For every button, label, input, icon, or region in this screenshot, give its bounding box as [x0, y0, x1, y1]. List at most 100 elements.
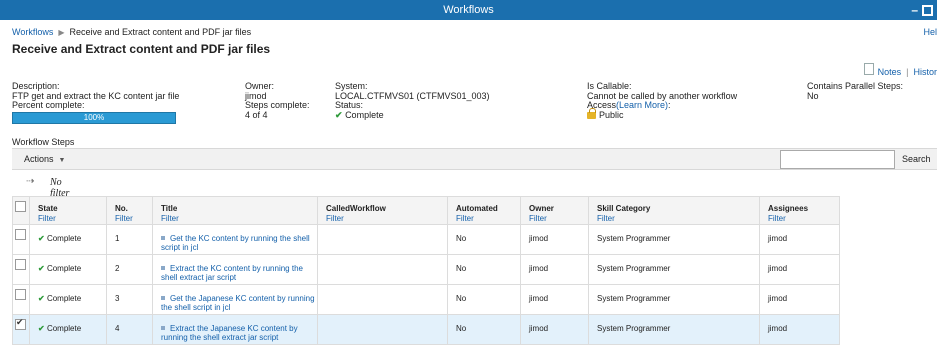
column-title: Owner — [529, 204, 554, 213]
step-icon — [161, 266, 165, 270]
column-filter-link[interactable]: Filter — [529, 214, 588, 223]
link-divider: | — [906, 67, 909, 77]
callable-block: Is Callable: Cannot be called by another… — [587, 81, 737, 121]
table-row[interactable]: ✔ Complete 2 Extract the KC content by r… — [12, 254, 840, 285]
column-title: No. — [115, 204, 128, 213]
column-filter-link[interactable]: Filter — [326, 214, 447, 223]
column-header-owner[interactable]: Owner Filter — [520, 196, 589, 225]
row-checkbox-cell — [12, 254, 30, 285]
window-title: Workflows — [443, 4, 494, 16]
no-cell: 3 — [106, 284, 153, 315]
breadcrumb: Workflows ▶ Receive and Extract content an… — [12, 27, 251, 37]
page-title: Receive and Extract content and PDF jar … — [12, 42, 271, 56]
owner-cell: jimod — [520, 284, 589, 315]
calledworkflow-cell — [317, 314, 448, 345]
workflow-steps-heading: Workflow Steps — [12, 137, 75, 147]
checkmark-icon: ✔ — [38, 324, 45, 333]
minimize-icon[interactable]: – — [911, 4, 918, 16]
step-title-link[interactable]: Extract the KC content by running the sh… — [161, 264, 303, 282]
parallel-value: No — [807, 90, 819, 101]
step-title-link[interactable]: Get the KC content by running the shell … — [161, 234, 310, 252]
window-controls: – — [911, 0, 933, 20]
column-title: CalledWorkflow — [326, 204, 386, 213]
access-value-row: Public — [587, 107, 737, 121]
step-icon — [161, 236, 165, 240]
select-all-checkbox-cell — [12, 196, 30, 225]
state-cell: ✔ Complete — [29, 254, 107, 285]
access-colon: : — [668, 100, 671, 110]
column-title: Automated — [456, 204, 498, 213]
filter-icon[interactable]: ⇢ — [26, 176, 34, 187]
owner-cell: jimod — [520, 254, 589, 285]
search-input[interactable] — [780, 150, 895, 169]
state-value: Complete — [46, 234, 82, 243]
column-header-title[interactable]: Title Filter — [152, 196, 318, 225]
row-checkbox[interactable] — [15, 317, 26, 330]
checkmark-icon: ✔ — [38, 234, 45, 243]
notes-link[interactable]: Notes — [878, 67, 902, 77]
owner-block: Owner: jimod Steps complete: 4 of 4 — [245, 81, 310, 120]
column-filter-link[interactable]: Filter — [38, 214, 106, 223]
skill-category-cell: System Programmer — [588, 284, 760, 315]
title-cell: Get the KC content by running the shell … — [152, 224, 318, 255]
actions-menu-button[interactable]: Actions ▼ — [24, 154, 65, 164]
window-titlebar: Workflows – — [0, 0, 937, 20]
skill-category-cell: System Programmer — [588, 254, 760, 285]
help-link[interactable]: Hel — [923, 27, 937, 37]
column-filter-link[interactable]: Filter — [597, 214, 759, 223]
title-cell: Extract the KC content by running the sh… — [152, 254, 318, 285]
row-checkbox-cell — [12, 284, 30, 315]
maximize-icon[interactable] — [922, 4, 933, 16]
table-row[interactable]: ✔ Complete 3 Get the Japanese KC content… — [12, 284, 840, 315]
column-header-automated[interactable]: Automated Filter — [447, 196, 521, 225]
calledworkflow-cell — [317, 224, 448, 255]
steps-complete-value: 4 of 4 — [245, 109, 268, 120]
history-link[interactable]: Histor — [913, 67, 937, 77]
learn-more-link[interactable]: (Learn More) — [616, 100, 668, 110]
assignees-cell: jimod — [759, 254, 840, 285]
assignees-cell: jimod — [759, 284, 840, 315]
step-icon — [161, 296, 165, 300]
checkmark-icon: ✔ — [38, 294, 45, 303]
calledworkflow-cell — [317, 254, 448, 285]
access-value: Public — [599, 109, 624, 120]
percent-progress-bar: 100% — [12, 111, 176, 124]
column-title: Skill Category — [597, 204, 651, 213]
column-header-no[interactable]: No. Filter — [106, 196, 153, 225]
checkmark-icon: ✔ — [38, 264, 45, 273]
note-icon — [863, 63, 874, 75]
automated-cell: No — [447, 254, 521, 285]
row-checkbox-cell — [12, 224, 30, 255]
unlocked-padlock-icon — [587, 107, 596, 119]
actions-label: Actions — [24, 154, 54, 164]
column-header-assignees[interactable]: Assignees Filter — [759, 196, 840, 225]
column-header-state[interactable]: State Filter — [29, 196, 107, 225]
row-checkbox[interactable] — [15, 289, 26, 300]
step-title-link[interactable]: Get the Japanese KC content by running t… — [161, 294, 315, 312]
no-cell: 2 — [106, 254, 153, 285]
table-row[interactable]: ✔ Complete 1 Get the KC content by runni… — [12, 224, 840, 255]
search-button[interactable]: Search — [902, 154, 931, 164]
column-filter-link[interactable]: Filter — [161, 214, 317, 223]
step-title-link[interactable]: Extract the Japanese KC content by runni… — [161, 324, 298, 342]
breadcrumb-workflows-link[interactable]: Workflows — [12, 27, 53, 37]
notes-history-links: Notes | Histor — [863, 63, 937, 78]
breadcrumb-separator-icon: ▶ — [58, 28, 65, 37]
workflow-steps-table: State Filter No. Filter Title Filter Called… — [12, 196, 840, 345]
assignees-cell: jimod — [759, 314, 840, 345]
column-filter-link[interactable]: Filter — [768, 214, 839, 223]
row-checkbox[interactable] — [15, 229, 26, 240]
select-all-checkbox[interactable] — [15, 201, 26, 212]
parallel-block: Contains Parallel Steps: No — [807, 81, 904, 101]
column-header-skill-category[interactable]: Skill Category Filter — [588, 196, 760, 225]
parallel-label: Contains Parallel Steps: — [807, 81, 904, 91]
column-title: Assignees — [768, 204, 809, 213]
column-filter-link[interactable]: Filter — [115, 214, 152, 223]
checkmark-icon: ✔ — [335, 109, 343, 120]
table-row[interactable]: ✔ Complete 4 Extract the Japanese KC con… — [12, 314, 840, 345]
status-value-row: ✔ Complete — [335, 109, 490, 121]
state-value: Complete — [46, 324, 82, 333]
column-filter-link[interactable]: Filter — [456, 214, 520, 223]
row-checkbox[interactable] — [15, 259, 26, 270]
column-header-calledworkflow[interactable]: CalledWorkflow Filter — [317, 196, 448, 225]
